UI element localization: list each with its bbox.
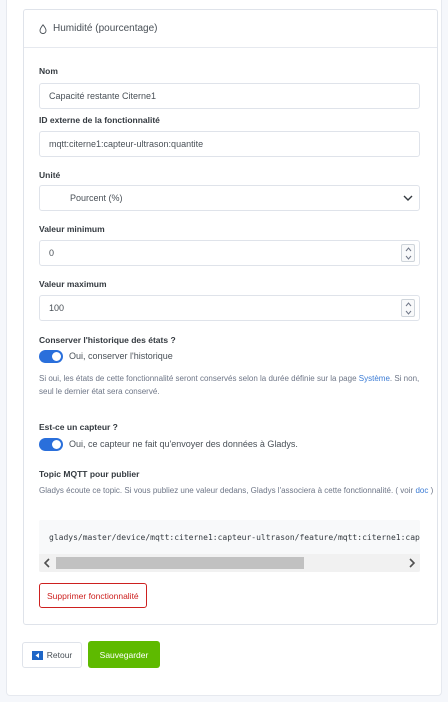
- save-button-label: Sauvegarder: [99, 649, 149, 660]
- history-toggle-label: Oui, conserver l'historique: [69, 351, 173, 361]
- mqtt-topic-value: gladys/master/device/mqtt:citerne1:capte…: [49, 533, 420, 542]
- delete-feature-button[interactable]: Supprimer fonctionnalité: [39, 583, 147, 608]
- max-value-stepper[interactable]: [401, 299, 415, 317]
- stepper-down-icon[interactable]: [405, 255, 412, 260]
- sensor-label: Est-ce un capteur ?: [39, 422, 118, 432]
- card-header: Humidité (pourcentage): [24, 10, 437, 48]
- back-button[interactable]: Retour: [22, 642, 82, 668]
- toggle-knob: [52, 440, 61, 449]
- scroll-right-icon[interactable]: [408, 558, 416, 568]
- sensor-toggle[interactable]: [39, 438, 63, 451]
- max-value-value: 100: [49, 303, 65, 313]
- toggle-knob: [52, 352, 61, 361]
- mqtt-help-close: ): [430, 486, 434, 495]
- mqtt-topic-label: Topic MQTT pour publier: [39, 469, 140, 479]
- max-value-label: Valeur maximum: [39, 279, 107, 289]
- scroll-left-icon[interactable]: [43, 558, 51, 568]
- name-label: Nom: [39, 66, 58, 76]
- name-input-value: Capacité restante Citerne1: [49, 91, 157, 101]
- stepper-down-icon[interactable]: [405, 310, 412, 315]
- stepper-up-icon[interactable]: [405, 301, 412, 307]
- history-help-text: Si oui, les états de cette fonctionnalit…: [39, 374, 357, 383]
- min-value-value: 0: [49, 248, 55, 258]
- name-input[interactable]: Capacité restante Citerne1: [39, 83, 420, 109]
- unit-select[interactable]: Pourcent (%): [39, 185, 420, 211]
- scrollbar-thumb[interactable]: [56, 557, 304, 569]
- history-help: Si oui, les états de cette fonctionnalit…: [39, 373, 424, 398]
- external-id-value: mqtt:citerne1:capteur-ultrason:quantite: [49, 139, 204, 149]
- min-value-input[interactable]: 0: [39, 240, 420, 266]
- mqtt-topic-code[interactable]: gladys/master/device/mqtt:citerne1:capte…: [39, 520, 420, 572]
- system-link[interactable]: Système: [359, 374, 390, 383]
- save-button[interactable]: Sauvegarder: [88, 641, 160, 668]
- external-id-label: ID externe de la fonctionnalité: [39, 115, 160, 125]
- mqtt-help: Gladys écoute ce topic. Si vous publiez …: [39, 485, 434, 498]
- doc-link[interactable]: doc: [415, 486, 428, 495]
- external-id-input[interactable]: mqtt:citerne1:capteur-ultrason:quantite: [39, 131, 420, 157]
- mqtt-help-text: Gladys écoute ce topic. Si vous publiez …: [39, 486, 394, 495]
- card-title: Humidité (pourcentage): [53, 23, 158, 34]
- sensor-toggle-label: Oui, ce capteur ne fait qu'envoyer des d…: [69, 439, 298, 449]
- back-arrow-icon: [31, 650, 43, 660]
- min-value-stepper[interactable]: [401, 244, 415, 262]
- history-toggle[interactable]: [39, 350, 63, 363]
- max-value-input[interactable]: 100: [39, 295, 420, 321]
- back-button-label: Retour: [46, 650, 73, 660]
- stepper-up-icon[interactable]: [405, 246, 412, 252]
- feature-card: Humidité (pourcentage) Nom Capacité rest…: [23, 9, 438, 625]
- chevron-down-icon: [403, 195, 413, 201]
- delete-feature-label: Supprimer fonctionnalité: [47, 590, 139, 601]
- horizontal-scrollbar[interactable]: [39, 554, 420, 572]
- droplet-icon: [39, 23, 47, 34]
- history-label: Conserver l'historique des états ?: [39, 335, 176, 345]
- unit-label: Unité: [39, 170, 61, 180]
- mqtt-help-open: ( voir: [395, 486, 414, 495]
- unit-select-value: Pourcent (%): [70, 193, 123, 203]
- min-value-label: Valeur minimum: [39, 224, 105, 234]
